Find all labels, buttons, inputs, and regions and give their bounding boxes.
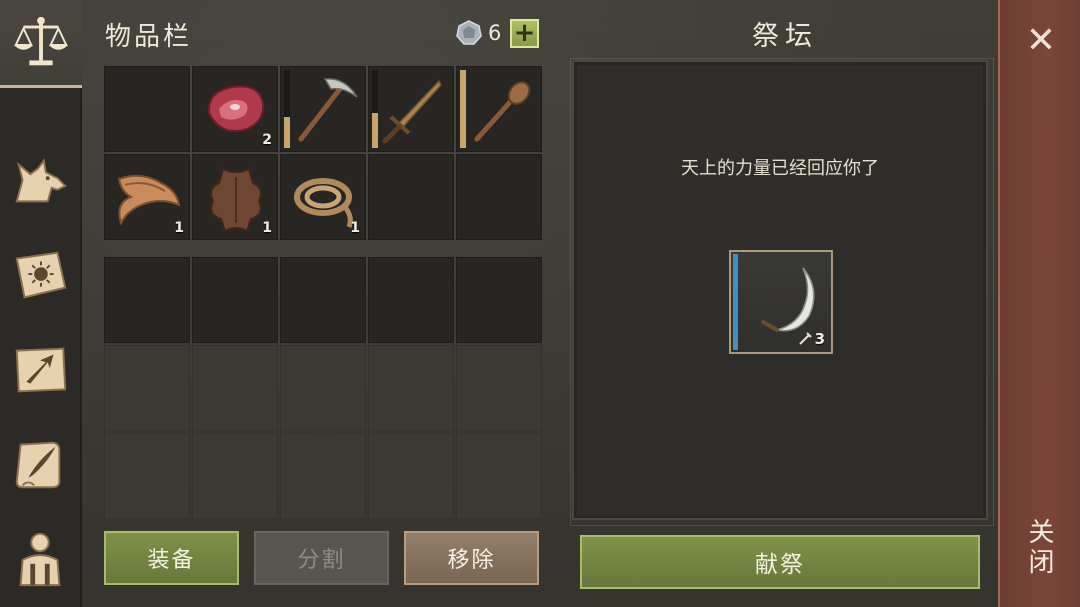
tab-map[interactable] [4,326,76,414]
inventory-slot-hide[interactable]: 1 [192,154,278,240]
inventory-slot-empty[interactable] [456,154,542,240]
altar-message: 天上的力量已经回应你了 [681,158,879,179]
coin-counter: 6 + [456,18,539,48]
inventory-slot-pickaxe[interactable] [280,66,366,152]
inventory-slot-locked [368,345,454,431]
sun-book-icon [15,251,67,299]
inventory-slot-empty[interactable] [104,257,190,343]
altar-panel: 天上的力量已经回应你了 3 [570,58,994,526]
wolf-icon [15,158,67,203]
inventory-slot-locked [192,433,278,519]
item-quantity: 1 [350,220,360,236]
inventory-slot-club[interactable] [456,66,542,152]
tool-icon [798,332,812,345]
backpack-grid [104,257,542,519]
inventory-slot-empty[interactable] [368,257,454,343]
backpack-person-icon [19,532,61,587]
inventory-slot-locked [280,433,366,519]
inventory-slot-empty[interactable] [456,257,542,343]
tab-character[interactable] [4,514,76,602]
coin-count: 6 [488,21,502,45]
gem-coin-icon [456,20,482,46]
inventory-slot-locked [456,433,542,519]
close-icon[interactable]: ✕ [1022,22,1060,60]
rarity-bar [733,254,738,350]
inventory-slot-sword[interactable] [368,66,454,152]
tab-animals[interactable] [4,138,76,226]
close-label[interactable]: 关闭 [1024,518,1058,578]
inventory-slot-empty[interactable] [368,154,454,240]
tab-quests[interactable] [4,420,76,508]
club-icon [474,81,531,142]
inventory-slot-empty[interactable] [104,66,190,152]
split-button[interactable]: 分割 [254,531,389,585]
map-arrow-icon [15,347,67,393]
inventory-slot-cloth[interactable]: 1 [104,154,190,240]
inventory-slot-meat[interactable]: 2 [192,66,278,152]
sword-icon [382,79,442,144]
reward-slot[interactable]: 3 [729,250,833,354]
scales-icon [13,16,69,65]
inventory-slot-locked [104,433,190,519]
reward-count: 3 [814,330,825,348]
category-sidebar [0,0,82,607]
inventory-slot-empty[interactable] [192,257,278,343]
reward-quantity: 3 [797,330,825,348]
pickaxe-icon [298,78,358,142]
item-quantity: 1 [262,220,272,236]
tab-crafting-book[interactable] [4,232,76,320]
inventory-grid: 2 1 1 1 [104,66,542,240]
inventory-title: 物品栏 [105,22,193,52]
inventory-slot-locked [456,345,542,431]
inventory-slot-locked [280,345,366,431]
altar-title: 祭坛 [752,21,818,52]
inventory-slot-locked [104,345,190,431]
tab-trade[interactable] [0,0,82,88]
scroll-quill-icon [15,441,61,489]
inventory-slot-locked [192,345,278,431]
inventory-slot-empty[interactable] [280,257,366,343]
item-quantity: 1 [174,220,184,236]
remove-button[interactable]: 移除 [404,531,539,585]
game-screen: 物品栏 6 + 2 1 1 1 装备 分割 移除 祭坛 天上的力量已经回应你了 … [0,0,1080,607]
close-bar[interactable]: ✕ 关闭 [998,0,1080,607]
add-coins-button[interactable]: + [510,18,539,48]
equip-button[interactable]: 装备 [104,531,239,585]
inventory-slot-locked [368,433,454,519]
sacrifice-button[interactable]: 献祭 [580,535,980,589]
item-quantity: 2 [262,132,272,148]
inventory-slot-rope[interactable]: 1 [280,154,366,240]
